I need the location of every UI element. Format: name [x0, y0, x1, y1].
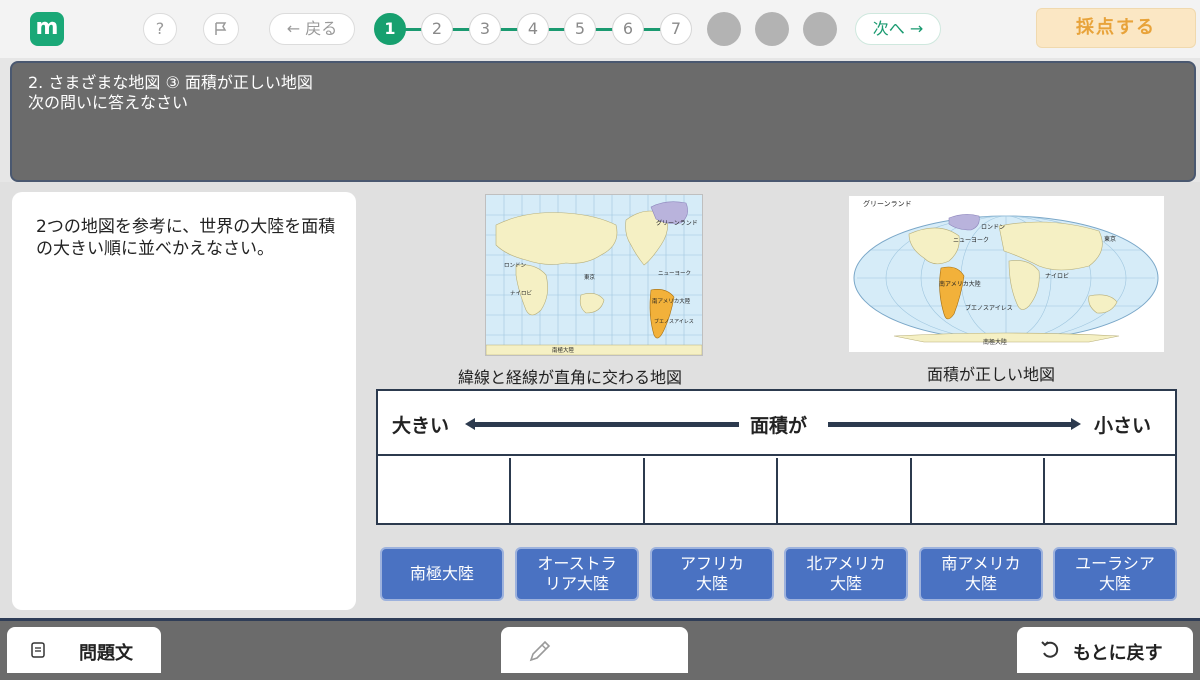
map1-buenos-label: ブエノスアイレス — [654, 318, 694, 325]
choice-eurasia[interactable]: ユーラシア 大陸 — [1053, 547, 1177, 601]
map1-newyork-label: ニューヨーク — [658, 270, 691, 277]
map1-antarctica-label: 南極大陸 — [552, 346, 575, 354]
problem-text-label: 問題文 — [79, 643, 133, 664]
choice-south-america[interactable]: 南アメリカ 大陸 — [919, 547, 1043, 601]
question-subtitle: 次の問いに答えなさい — [28, 93, 189, 112]
map2-london-label: ロンドン — [981, 224, 1005, 231]
question-header: 2. さまざまな地図 ③ 面積が正しい地図 次の問いに答えなさい — [10, 61, 1196, 182]
choice-australia[interactable]: オーストラ リア大陸 — [515, 547, 639, 601]
step-2[interactable]: 2 — [421, 13, 453, 45]
pencil-tab[interactable] — [501, 627, 688, 673]
mercator-map-caption: 緯線と経線が直角に交わる地図 — [458, 368, 683, 387]
step-7[interactable]: 7 — [660, 13, 692, 45]
app-logo: m — [30, 12, 64, 46]
document-icon — [31, 642, 45, 658]
answer-slot-5[interactable] — [912, 458, 1045, 523]
extra-step-dot — [755, 12, 789, 46]
step-4[interactable]: 4 — [517, 13, 549, 45]
flag-button[interactable] — [203, 13, 239, 45]
pencil-icon — [529, 640, 551, 662]
area-label: 面積が — [750, 415, 808, 437]
step-3[interactable]: 3 — [469, 13, 501, 45]
step-indicator: 1 2 3 4 5 6 7 — [374, 13, 692, 45]
answer-slot-2[interactable] — [511, 458, 645, 523]
map2-south-america-label: 南アメリカ大陸 — [939, 280, 981, 288]
next-button[interactable]: 次へ → — [855, 13, 941, 45]
answer-slot-4[interactable] — [778, 458, 912, 523]
map2-greenland-label: グリーンランド — [863, 199, 912, 208]
map1-greenland-label: グリーンランド — [656, 219, 698, 227]
flag-icon — [215, 22, 227, 35]
extra-step-dot — [707, 12, 741, 46]
map2-newyork-label: ニューヨーク — [953, 237, 989, 244]
problem-text-tab[interactable]: 問題文 — [7, 627, 161, 673]
equal-area-map-graphic: グリーンランド ロンドン ニューヨーク 東京 ナイロビ 南アメリカ大陸 ブエノス… — [853, 199, 1159, 346]
choice-north-america[interactable]: 北アメリカ 大陸 — [784, 547, 908, 601]
equal-area-map: グリーンランド ロンドン ニューヨーク 東京 ナイロビ 南アメリカ大陸 ブエノス… — [849, 196, 1164, 352]
instruction-text: 2つの地図を参考に、世界の大陸を面積の大きい順に並べかえなさい。 — [36, 217, 336, 259]
answer-table: 大きい 面積が 小さい — [376, 389, 1177, 525]
choice-antarctica[interactable]: 南極大陸 — [380, 547, 504, 601]
answer-slot-6[interactable] — [1045, 458, 1175, 523]
larger-label: 大きい — [392, 415, 450, 437]
map2-antarctica-label: 南極大陸 — [983, 338, 1007, 346]
step-1[interactable]: 1 — [374, 13, 406, 45]
map1-nairobi-label: ナイロビ — [510, 289, 533, 297]
map1-south-america-label: 南アメリカ大陸 — [652, 297, 691, 305]
instruction-card: 2つの地図を参考に、世界の大陸を面積の大きい順に並べかえなさい。 — [12, 192, 356, 610]
arrow-right-head — [1071, 418, 1081, 430]
undo-button[interactable]: もとに戻す — [1017, 627, 1193, 673]
map1-london-label: ロンドン — [504, 263, 527, 269]
map2-nairobi-label: ナイロビ — [1045, 272, 1069, 280]
choice-africa[interactable]: アフリカ 大陸 — [650, 547, 774, 601]
mercator-map-graphic: グリーンランド ロンドン 東京 ニューヨーク ナイロビ 南アメリカ大陸 ブエノス… — [485, 195, 703, 356]
arrow-right-line — [828, 422, 1073, 427]
grade-button[interactable]: 採点する — [1036, 8, 1196, 48]
map2-buenos-label: ブエノスアイレス — [965, 304, 1013, 312]
help-button[interactable]: ? — [143, 13, 177, 45]
undo-icon — [1041, 641, 1059, 658]
question-title: 2. さまざまな地図 ③ 面積が正しい地図 — [28, 73, 313, 92]
map1-tokyo-label: 東京 — [584, 273, 596, 281]
back-button[interactable]: ← 戻る — [269, 13, 355, 45]
map2-tokyo-label: 東京 — [1104, 235, 1116, 243]
equal-area-map-caption: 面積が正しい地図 — [927, 365, 1056, 384]
mercator-map: グリーンランド ロンドン 東京 ニューヨーク ナイロビ 南アメリカ大陸 ブエノス… — [485, 194, 703, 356]
step-5[interactable]: 5 — [564, 13, 596, 45]
answer-table-header: 大きい 面積が 小さい — [378, 391, 1175, 456]
answer-slot-3[interactable] — [645, 458, 778, 523]
step-6[interactable]: 6 — [612, 13, 644, 45]
answer-slot-1[interactable] — [378, 458, 511, 523]
undo-label: もとに戻す — [1073, 643, 1163, 664]
arrow-left-line — [473, 422, 739, 427]
smaller-label: 小さい — [1094, 415, 1152, 437]
extra-step-dot — [803, 12, 837, 46]
